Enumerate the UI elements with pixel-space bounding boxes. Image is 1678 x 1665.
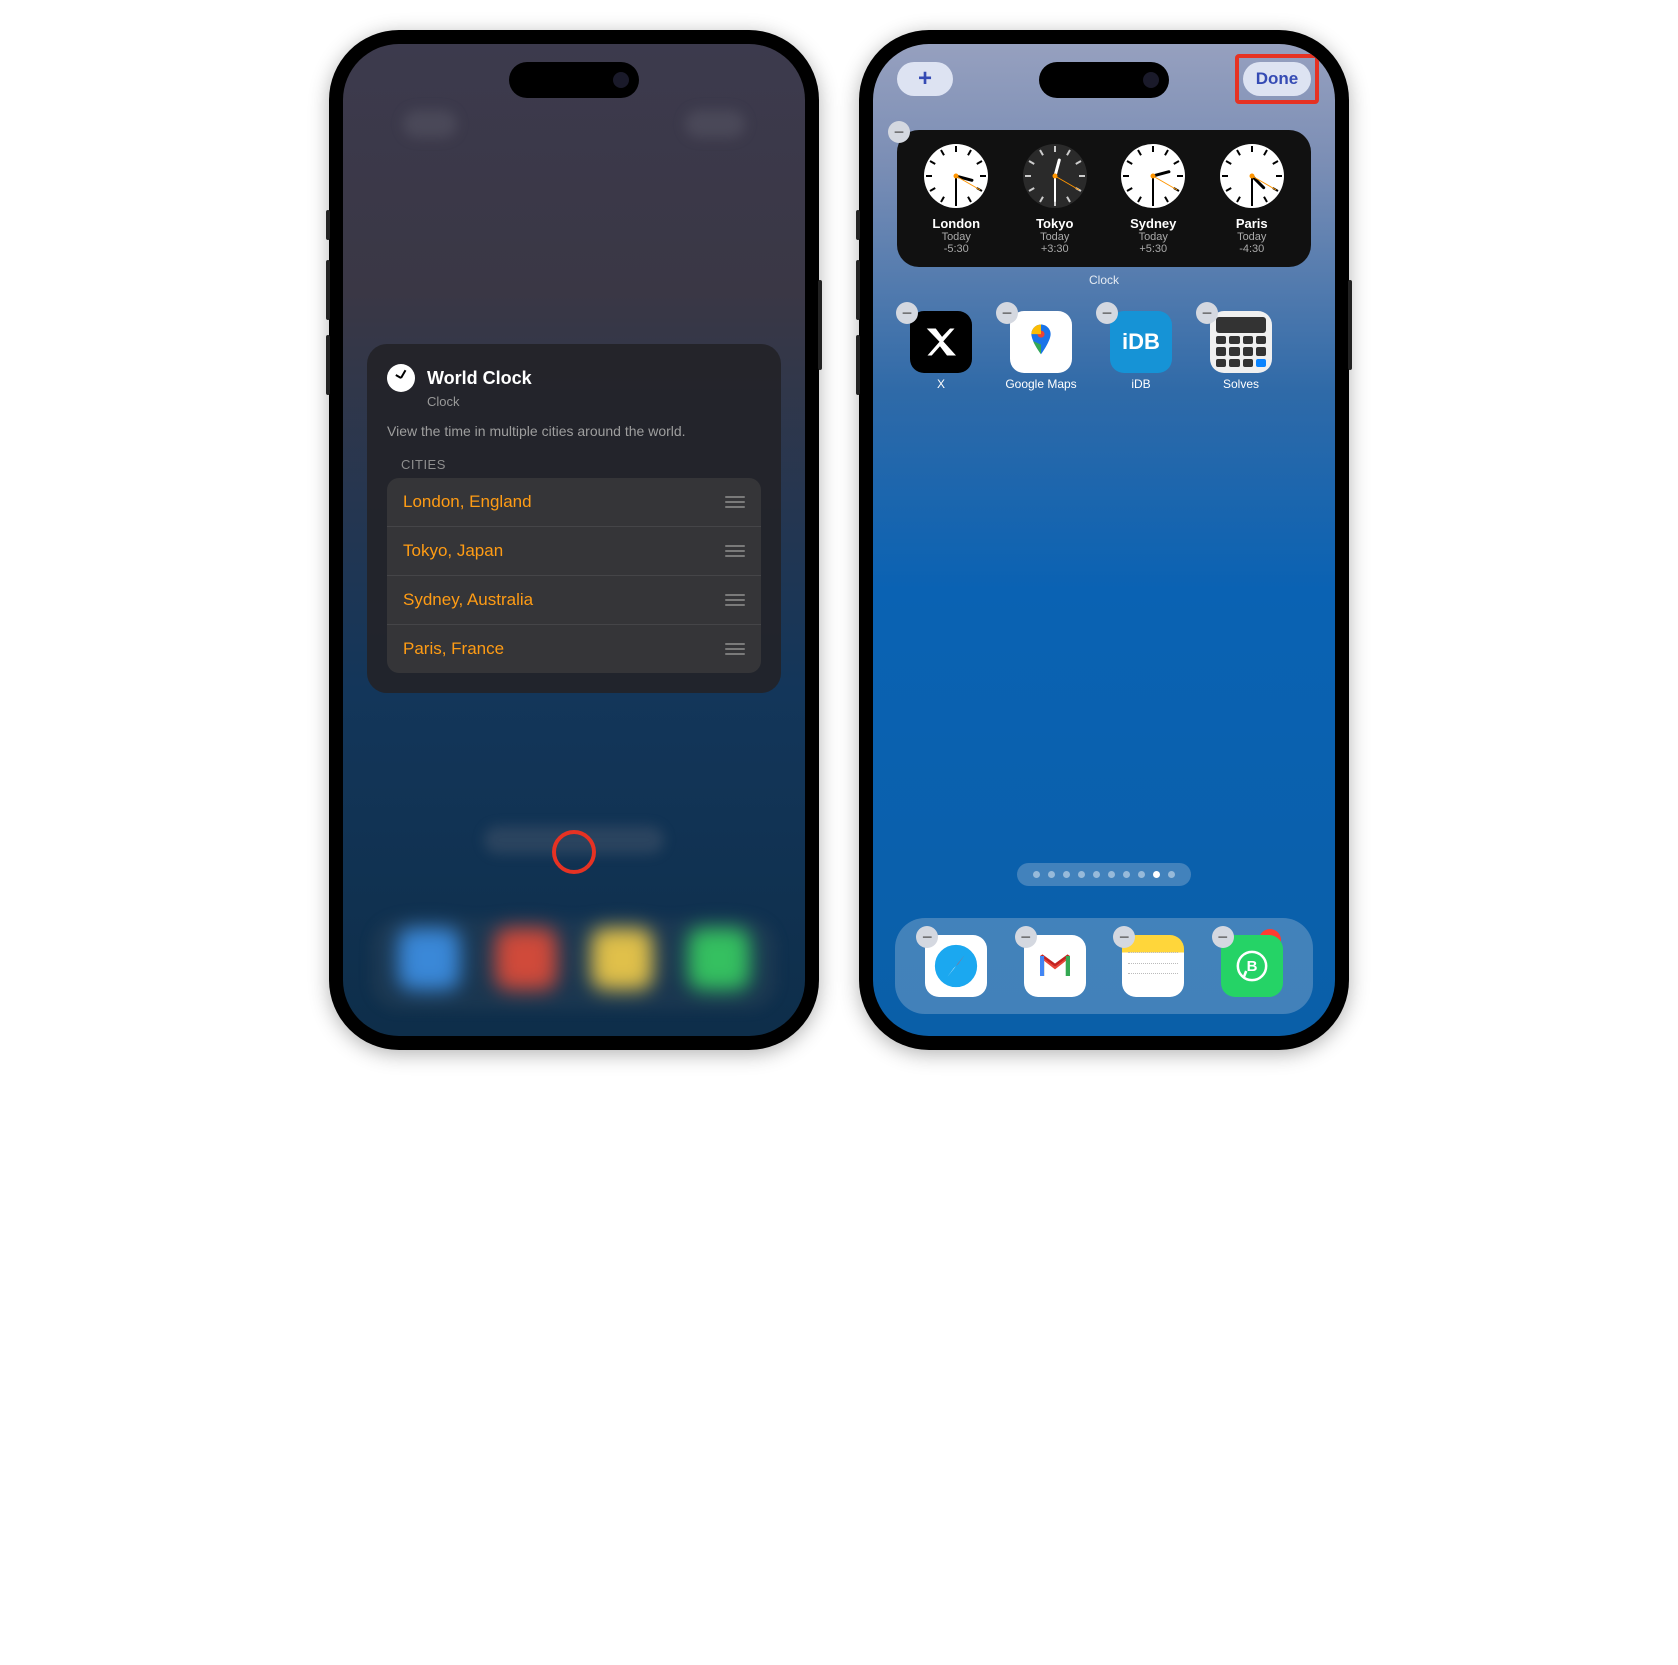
world-clock-config-sheet: World Clock Clock View the time in multi…	[367, 344, 781, 693]
drag-handle-icon[interactable]	[725, 594, 745, 606]
drag-handle-icon[interactable]	[725, 545, 745, 557]
city-name: Tokyo, Japan	[403, 541, 503, 561]
city-row[interactable]: Sydney, Australia	[387, 576, 761, 625]
city-name: Paris, France	[403, 639, 504, 659]
dock-app-item[interactable]: −	[925, 935, 987, 997]
phone-left: World Clock Clock View the time in multi…	[329, 30, 819, 1050]
app-label: iDB	[1105, 377, 1177, 391]
svg-text:B: B	[1246, 958, 1257, 975]
clock-day-label: Today	[907, 231, 1006, 243]
clock-widget[interactable]: − London Today -5:30 Tokyo Today +3:30	[897, 130, 1311, 287]
clock-city-label: London	[907, 216, 1006, 231]
city-row[interactable]: Tokyo, Japan	[387, 527, 761, 576]
clock-icon	[387, 364, 415, 392]
drag-handle-icon[interactable]	[725, 643, 745, 655]
screen-home-jiggle: + Done − London Today -5:30	[873, 44, 1335, 1036]
clock-day-label: Today	[1104, 231, 1203, 243]
page-dot[interactable]	[1093, 871, 1100, 878]
clock-face-icon	[1220, 144, 1284, 208]
dynamic-island	[1039, 62, 1169, 98]
clock-offset-label: -4:30	[1203, 243, 1302, 255]
app-icon[interactable]	[1010, 311, 1072, 373]
clock-city-label: Sydney	[1104, 216, 1203, 231]
clock-day-label: Today	[1203, 231, 1302, 243]
remove-app-button[interactable]: −	[896, 302, 918, 324]
app-icon[interactable]: iDB	[1110, 311, 1172, 373]
page-dot[interactable]	[1138, 871, 1145, 878]
clock-column: Sydney Today +5:30	[1104, 144, 1203, 255]
drag-handle-icon[interactable]	[725, 496, 745, 508]
dock: − − − − 1 B	[895, 918, 1313, 1014]
app-label: Solves	[1205, 377, 1277, 391]
page-dot[interactable]	[1063, 871, 1070, 878]
clock-day-label: Today	[1006, 231, 1105, 243]
app-icon[interactable]	[1210, 311, 1272, 373]
clock-face-icon	[924, 144, 988, 208]
page-dot[interactable]	[1153, 871, 1160, 878]
clock-city-label: Paris	[1203, 216, 1302, 231]
add-widget-button[interactable]: +	[897, 62, 953, 96]
blurred-dock	[371, 918, 777, 1010]
app-grid: − X − Google Maps − iDB iDB − Solves	[873, 293, 1335, 409]
dock-app-item[interactable]: −	[1024, 935, 1086, 997]
sheet-subtitle: Clock	[427, 394, 761, 409]
city-row[interactable]: London, England	[387, 478, 761, 527]
clock-column: London Today -5:30	[907, 144, 1006, 255]
page-dot[interactable]	[1123, 871, 1130, 878]
remove-app-button[interactable]: −	[1015, 926, 1037, 948]
cities-header: CITIES	[387, 457, 761, 472]
widget-label: Clock	[897, 273, 1311, 287]
app-item[interactable]: − Solves	[1205, 311, 1277, 391]
dynamic-island	[509, 62, 639, 98]
done-button[interactable]: Done	[1243, 62, 1311, 96]
app-icon[interactable]	[910, 311, 972, 373]
clock-offset-label: +5:30	[1104, 243, 1203, 255]
page-dot[interactable]	[1048, 871, 1055, 878]
annotation-tap-indicator	[552, 830, 596, 874]
clock-face-icon	[1121, 144, 1185, 208]
app-label: X	[905, 377, 977, 391]
remove-app-button[interactable]: −	[1096, 302, 1118, 324]
clock-column: Tokyo Today +3:30	[1006, 144, 1105, 255]
clock-face-icon	[1023, 144, 1087, 208]
remove-app-button[interactable]: −	[1212, 926, 1234, 948]
screen-widget-config: World Clock Clock View the time in multi…	[343, 44, 805, 1036]
dock-app-item[interactable]: −	[1122, 935, 1184, 997]
phone-right: + Done − London Today -5:30	[859, 30, 1349, 1050]
clock-offset-label: -5:30	[907, 243, 1006, 255]
sheet-title: World Clock	[427, 368, 532, 389]
city-name: London, England	[403, 492, 532, 512]
clock-column: Paris Today -4:30	[1203, 144, 1302, 255]
app-label: Google Maps	[1005, 377, 1077, 391]
city-row[interactable]: Paris, France	[387, 625, 761, 673]
city-name: Sydney, Australia	[403, 590, 533, 610]
dock-app-item[interactable]: − 1 B	[1221, 935, 1283, 997]
page-dot[interactable]	[1078, 871, 1085, 878]
remove-app-button[interactable]: −	[1196, 302, 1218, 324]
clock-offset-label: +3:30	[1006, 243, 1105, 255]
remove-widget-button[interactable]: −	[888, 121, 910, 143]
remove-app-button[interactable]: −	[996, 302, 1018, 324]
page-dot[interactable]	[1033, 871, 1040, 878]
page-dot[interactable]	[1108, 871, 1115, 878]
clock-city-label: Tokyo	[1006, 216, 1105, 231]
page-dot[interactable]	[1168, 871, 1175, 878]
page-indicator[interactable]	[1017, 863, 1191, 886]
app-item[interactable]: − X	[905, 311, 977, 391]
sheet-description: View the time in multiple cities around …	[387, 423, 761, 439]
app-item[interactable]: − Google Maps	[1005, 311, 1077, 391]
app-item[interactable]: − iDB iDB	[1105, 311, 1177, 391]
city-list: London, England Tokyo, Japan Sydney, Aus…	[387, 478, 761, 673]
